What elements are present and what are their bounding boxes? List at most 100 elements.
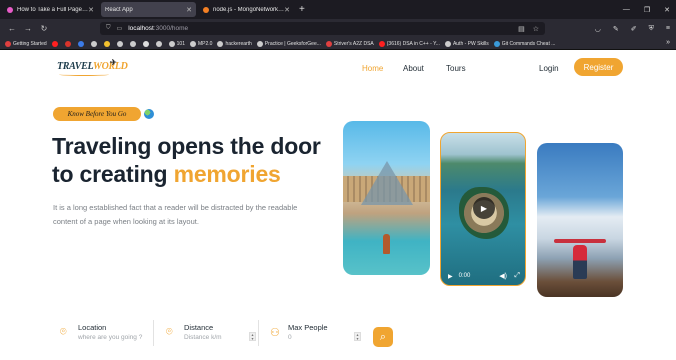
video-time: 0:00 [458,273,471,279]
page-info-icon[interactable]: ▭ [117,25,123,32]
close-icon[interactable]: ✕ [186,6,192,14]
url-path: :3000/home [153,25,189,32]
play-icon[interactable]: ▶ [473,197,495,219]
maxpeople-field[interactable]: ⚇ Max People 0 [270,318,365,354]
close-icon[interactable]: ✕ [88,6,94,14]
bookmark-item[interactable] [51,40,60,47]
bookmark-item[interactable] [142,40,151,47]
new-tab-icon[interactable]: + [299,4,305,15]
distance-field[interactable]: ⌾ Distance Distance k/m [166,318,261,354]
browser-tab-3[interactable]: node.js - MongoNetworkError: co ✕ [199,2,294,17]
distance-stepper[interactable]: ▴ ▾ [249,332,256,341]
distance-input[interactable]: Distance k/m [184,334,222,341]
hero-title-line2: to creating memories [52,160,321,188]
shield-icon: ⛉ [106,25,111,31]
bookmark-item[interactable]: Git Commands Cheat ... [493,40,555,47]
gmail-icon [64,40,71,47]
map-pin-icon: ⌾ [60,326,67,338]
bookmark-label: MP2.0 [197,40,213,47]
shield-extension-icon[interactable]: ⛨ [649,25,654,33]
bookmark-item[interactable] [129,40,138,47]
divider [153,320,154,346]
video-controls: ▶ 0:00 ◀) ⤢ [441,267,525,285]
location-input[interactable]: where are you going ? [78,334,142,341]
hero-video[interactable]: ▶ ▶ 0:00 ◀) ⤢ [440,132,526,286]
site-logo[interactable]: TRAVELWORLD ✈ [57,58,128,76]
docs-icon [77,40,84,47]
bookmark-label: Practice | GeeksforGee... [264,40,321,47]
hero-image-louvre [343,121,430,275]
pyramid-graphic [361,161,413,205]
maxpeople-label: Max People [288,323,328,332]
map-pin-icon: ⌾ [166,326,173,338]
maxpeople-input[interactable]: 0 [288,334,292,341]
nav-about[interactable]: About [403,64,424,73]
document-icon [444,40,451,47]
bookmark-item[interactable]: Striver's A2Z DSA [325,40,374,47]
globe-icon [189,40,196,47]
close-icon[interactable]: ✕ [284,6,290,14]
pen-icon[interactable]: ✐ [631,25,637,33]
bookmark-item[interactable] [116,40,125,47]
browser-tab-1[interactable]: How to Take a Full Page Screens ✕ [3,2,98,17]
bookmark-label: Getting Started [13,40,47,47]
hero-badge: Know Before You Go [53,107,141,121]
back-icon[interactable]: ← [4,24,20,33]
play-small-icon[interactable]: ▶ [448,273,453,280]
location-field[interactable]: ⌾ Location where are you going ? [60,318,155,354]
browser-nav-bar: ← → ↻ ⛉ ▭ localhost:3000/home ▤ ☆ ◡ ✎ ✐ … [0,19,676,38]
register-button[interactable]: Register [574,58,623,76]
bookmark-item[interactable] [103,40,112,47]
logo-text-travel: TRAVEL [57,61,93,72]
globe-icon [129,40,136,47]
globe-icon [217,40,224,47]
browser-tab-2[interactable]: React App ✕ [101,2,196,17]
nav-tours[interactable]: Tours [446,64,466,73]
drive-icon [103,40,110,47]
bookmarks-overflow-icon[interactable]: » [666,39,670,46]
bookmark-item[interactable] [155,40,164,47]
bookmark-item[interactable]: MP2.0 [189,40,213,47]
fullscreen-icon[interactable]: ⤢ [514,272,520,280]
bookmark-item[interactable]: Practice | GeeksforGee... [256,40,321,47]
close-window-icon[interactable]: ✕ [664,6,670,14]
bookmark-favicon-icon [325,40,332,47]
bookmark-star-icon[interactable]: ☆ [533,25,539,33]
tab-favicon-icon [203,6,209,13]
bookmark-item[interactable]: Getting Started [5,40,47,47]
bookmark-item[interactable] [90,40,99,47]
menu-icon[interactable]: ≡ [666,25,670,33]
forward-icon[interactable]: → [20,24,36,33]
bookmark-item[interactable]: hackerearth [217,40,252,47]
hiker-graphic [573,245,587,279]
bookmark-item[interactable] [77,40,86,47]
pocket-icon[interactable]: ◡ [595,25,601,33]
nav-home[interactable]: Home [362,64,383,73]
extensions-icon[interactable]: ✎ [613,25,619,33]
reload-icon[interactable]: ↻ [36,24,52,33]
maximize-icon[interactable]: ❐ [644,6,650,14]
hero-title-prefix: to creating [52,161,174,187]
bookmark-item[interactable] [64,40,73,47]
hero-title-line1: Traveling opens the door [52,133,321,159]
tab-title: React App [105,6,133,13]
login-button[interactable]: Login [539,64,559,73]
globe-icon [116,40,123,47]
divider [258,320,259,346]
people-icon: ⚇ [270,327,280,339]
minimize-icon[interactable]: — [623,6,630,13]
bookmarks-bar: Getting Started 101 MP2.0 hackerearth Pr… [0,38,676,50]
bookmark-item[interactable]: 101 [168,40,185,47]
reader-view-icon[interactable]: ▤ [518,25,525,33]
globe-icon [168,40,175,47]
bookmark-item[interactable]: (3616) DSA in C++ - Y... [378,40,440,47]
maxpeople-stepper[interactable]: ▴ ▾ [354,332,361,341]
tab-title: node.js - MongoNetworkError: co [213,6,285,13]
distance-label: Distance [184,323,214,332]
url-bar[interactable]: ⛉ ▭ localhost:3000/home ▤ ☆ [100,22,545,35]
search-button[interactable]: ⌕ [373,327,393,347]
bookmark-label: Striver's A2Z DSA [333,40,374,47]
browser-tab-bar: How to Take a Full Page Screens ✕ React … [0,0,676,19]
volume-icon[interactable]: ◀) [499,272,507,280]
bookmark-item[interactable]: Auth - PW Skills [444,40,489,47]
